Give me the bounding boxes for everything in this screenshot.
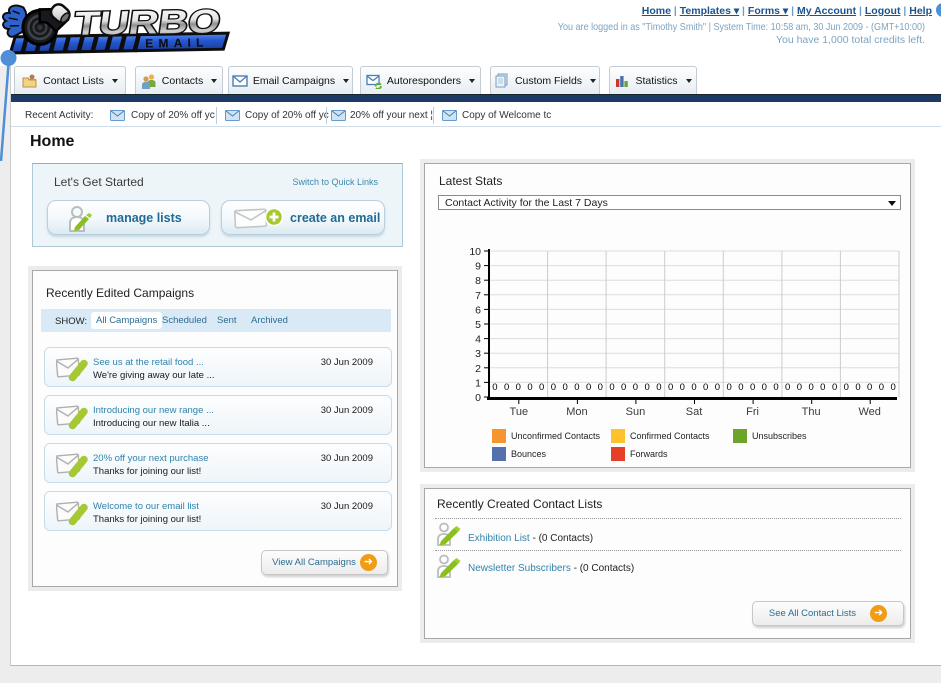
svg-text:0: 0 [633, 382, 638, 393]
svg-text:0: 0 [867, 382, 872, 393]
svg-text:0: 0 [726, 382, 731, 393]
svg-text:0: 0 [539, 382, 544, 393]
svg-text:9: 9 [475, 261, 481, 273]
svg-text:0: 0 [715, 382, 720, 393]
svg-text:0: 0 [703, 382, 708, 393]
svg-text:8: 8 [475, 275, 481, 287]
svg-text:0: 0 [609, 382, 614, 393]
svg-text:0: 0 [551, 382, 556, 393]
svg-text:0: 0 [832, 382, 837, 393]
svg-text:0: 0 [879, 382, 884, 393]
svg-text:Sun: Sun [626, 406, 646, 418]
svg-text:TURBO: TURBO [72, 3, 223, 42]
svg-text:0: 0 [475, 392, 481, 404]
svg-text:0: 0 [890, 382, 895, 393]
svg-text:Mon: Mon [566, 406, 587, 418]
svg-text:0: 0 [808, 382, 813, 393]
svg-text:0: 0 [680, 382, 685, 393]
svg-text:0: 0 [797, 382, 802, 393]
svg-text:1: 1 [475, 377, 481, 389]
svg-text:0: 0 [738, 382, 743, 393]
svg-text:0: 0 [668, 382, 673, 393]
svg-text:0: 0 [750, 382, 755, 393]
svg-text:0: 0 [785, 382, 790, 393]
svg-text:0: 0 [656, 382, 661, 393]
svg-text:0: 0 [516, 382, 521, 393]
svg-text:0: 0 [691, 382, 696, 393]
svg-text:Wed: Wed [858, 406, 880, 418]
svg-text:0: 0 [820, 382, 825, 393]
svg-text:0: 0 [844, 382, 849, 393]
svg-text:0: 0 [621, 382, 626, 393]
svg-text:0: 0 [773, 382, 778, 393]
svg-text:0: 0 [586, 382, 591, 393]
svg-text:Sat: Sat [686, 406, 703, 418]
svg-text:0: 0 [562, 382, 567, 393]
svg-text:Tue: Tue [510, 406, 529, 418]
svg-text:0: 0 [855, 382, 860, 393]
svg-text:7: 7 [475, 290, 481, 302]
svg-text:3: 3 [475, 348, 481, 360]
svg-text:0: 0 [527, 382, 532, 393]
svg-text:4: 4 [475, 334, 481, 346]
svg-text:0: 0 [492, 382, 497, 393]
svg-text:6: 6 [475, 304, 481, 316]
svg-text:Thu: Thu [802, 406, 821, 418]
svg-text:0: 0 [574, 382, 579, 393]
svg-text:0: 0 [598, 382, 603, 393]
svg-text:0: 0 [644, 382, 649, 393]
svg-text:10: 10 [469, 246, 481, 258]
svg-text:0: 0 [762, 382, 767, 393]
svg-text:5: 5 [475, 319, 481, 331]
svg-text:Fri: Fri [746, 406, 759, 418]
svg-text:0: 0 [504, 382, 509, 393]
svg-text:2: 2 [475, 363, 481, 375]
